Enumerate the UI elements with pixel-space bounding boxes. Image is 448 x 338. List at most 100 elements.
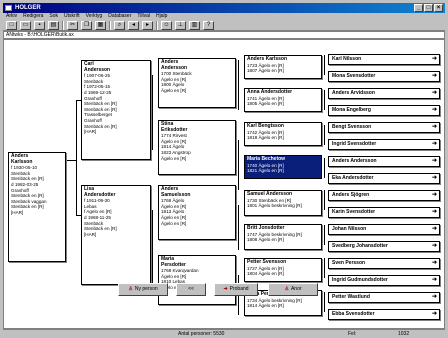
- menu-sok[interactable]: Sok: [49, 13, 58, 20]
- great-grandparent-card[interactable]: Karl Bengtsson 1742 Ägelo en [R] 1818 Äg…: [244, 122, 322, 146]
- document-path: ANtwks - B:\HOLGER\Butik.ax: [3, 31, 445, 39]
- menu-verktyg[interactable]: Verktyg: [86, 13, 103, 20]
- arrow-right-icon[interactable]: ➜: [432, 310, 437, 319]
- connector-line: [238, 140, 239, 190]
- back-icon[interactable]: ◂: [128, 20, 139, 30]
- arrow-right-icon[interactable]: ➜: [432, 276, 437, 285]
- great-grandparent-card-selected[interactable]: Maria Bechetow 1740 Ägelo en [R] 1821 Äg…: [244, 155, 322, 179]
- ancestor-name-item[interactable]: Eka Andersdotter ➜: [328, 173, 440, 184]
- arrow-right-icon[interactable]: ➜: [432, 259, 437, 268]
- person-icon: ♙: [284, 286, 289, 292]
- person-detail: [HAR]: [11, 209, 24, 215]
- maximize-button[interactable]: □: [424, 4, 433, 12]
- arrow-right-icon[interactable]: ➜: [432, 208, 437, 217]
- status-bar: Antal personer: 5530 Fel: 1032: [3, 329, 445, 337]
- ancestors-button[interactable]: ♙ Anor: [268, 283, 318, 296]
- grandparent-card[interactable]: Anders Samuelsson 1768 Ägelo Ägelo en [R…: [158, 185, 236, 240]
- arrow-right-icon[interactable]: ➜: [432, 140, 437, 149]
- find-icon[interactable]: ⌕: [114, 20, 125, 30]
- menu-hjalp[interactable]: Hjalp: [156, 13, 167, 20]
- arrow-right-icon[interactable]: ➜: [432, 174, 437, 183]
- connector-line: [324, 258, 325, 278]
- proband-card[interactable]: Anders Karlsson f 1930-05-10 Stenbäck St…: [8, 152, 66, 262]
- ancestor-name: Anders Arvidsson: [332, 90, 375, 96]
- paste-icon[interactable]: ▦: [95, 20, 106, 30]
- status-count: Antal personer: 5530: [178, 331, 225, 337]
- connector-line: [324, 125, 325, 145]
- open-icon[interactable]: ▭: [20, 20, 31, 30]
- proband-button[interactable]: ➜ Proband: [214, 283, 258, 296]
- arrow-right-icon[interactable]: ➜: [432, 242, 437, 251]
- new-icon[interactable]: □: [6, 20, 17, 30]
- person-name: Carl Andersson: [84, 61, 111, 73]
- arrow-right-icon[interactable]: ➜: [432, 89, 437, 98]
- ancestor-name-item[interactable]: Anders Sjögren ➜: [328, 190, 440, 201]
- button-label: Anor: [290, 286, 302, 292]
- grandparent-card[interactable]: Stina Eriksdotter 1774 Rirvest Ägelo en …: [158, 120, 236, 175]
- arrow-right-icon[interactable]: ➜: [432, 55, 437, 64]
- connector-line: [324, 190, 325, 210]
- great-grandparent-card[interactable]: Samuel Andersson 1730 Stenbäck en [R] 18…: [244, 190, 322, 216]
- help-icon[interactable]: ?: [203, 20, 214, 30]
- ancestor-name: Karin Svensdotter: [332, 209, 376, 215]
- cut-icon[interactable]: ✂: [67, 20, 78, 30]
- connector-line: [324, 55, 325, 75]
- menu-tillval[interactable]: Tillval: [137, 13, 150, 20]
- ancestor-name-item[interactable]: Johan Nilsson ➜: [328, 224, 440, 235]
- new-person-button[interactable]: ♙ Ny person: [118, 283, 168, 296]
- great-grandparent-card[interactable]: Anders Karlsson 1723 Ägelo en [R] 1807 Ä…: [244, 55, 322, 79]
- copy-icon[interactable]: ❐: [81, 20, 92, 30]
- grandparent-card[interactable]: Maria Persdotter 1768 Kvarqvardan Ägelo …: [158, 255, 236, 305]
- tree-icon[interactable]: ⊥: [175, 20, 186, 30]
- arrow-right-icon[interactable]: ➜: [432, 157, 437, 166]
- great-grandparent-card[interactable]: Britt Jonsdotter 1747 Ägelo beskrivning …: [244, 224, 322, 250]
- app-icon: [5, 5, 12, 11]
- minimize-button[interactable]: _: [414, 4, 423, 12]
- chart-icon[interactable]: ▥: [189, 20, 200, 30]
- menu-utskrift[interactable]: Utskrift: [64, 13, 80, 20]
- grandparent-card[interactable]: Anders Andersson 1700 Stenbäck Ägelo en …: [158, 58, 236, 108]
- ancestor-name-item[interactable]: Mona Svensdotter ➜: [328, 71, 440, 82]
- arrow-right-icon[interactable]: ➜: [432, 106, 437, 115]
- arrow-right-icon[interactable]: ➜: [432, 293, 437, 302]
- connector-line: [324, 225, 325, 245]
- navigate-button[interactable]: <<: [176, 283, 206, 296]
- close-button[interactable]: ×: [434, 4, 443, 12]
- ancestor-name-item[interactable]: Anders Arvidsson ➜: [328, 88, 440, 99]
- menu-redigera[interactable]: Redigera: [23, 13, 43, 20]
- ancestor-name-item[interactable]: Bengt Svensson ➜: [328, 122, 440, 133]
- person-name: Anders Karlsson: [11, 153, 33, 165]
- ancestor-name-item[interactable]: Ingrid Gudmundsdotter ➜: [328, 275, 440, 286]
- father-card[interactable]: Carl Andersson f 1907-06-25 Stenbäck f 1…: [81, 60, 151, 160]
- arrow-right-icon[interactable]: ➜: [432, 225, 437, 234]
- menu-databaser[interactable]: Databaser: [108, 13, 131, 20]
- ancestor-name-item[interactable]: Ingrid Svensdotter ➜: [328, 139, 440, 150]
- connector-line: [66, 160, 76, 161]
- mother-card[interactable]: Lisa Andersdotter f 1911-09-30 Lebas f A…: [81, 185, 151, 285]
- connector-line: [238, 205, 239, 250]
- person-icon[interactable]: ☺: [161, 20, 172, 30]
- ancestor-name-item[interactable]: Karl Nilsson ➜: [328, 54, 440, 65]
- ancestor-name: Johan Nilsson: [332, 226, 367, 232]
- ancestor-name: Anders Andersson: [332, 158, 377, 164]
- print-icon[interactable]: ▤: [48, 20, 59, 30]
- ancestor-name-item[interactable]: Ebba Svensdotter ➜: [328, 309, 440, 320]
- menu-arkiv[interactable]: Arkiv: [6, 13, 17, 20]
- great-grandparent-card[interactable]: Anna Andersdotter 1741 Ägelo en [R] 1805…: [244, 88, 322, 112]
- ancestor-name-item[interactable]: Petter Wastlund ➜: [328, 292, 440, 303]
- ancestor-name: Ebba Svensdotter: [332, 311, 375, 317]
- ancestor-name-item[interactable]: Karin Svensdotter ➜: [328, 207, 440, 218]
- arrow-right-icon[interactable]: ➜: [432, 72, 437, 81]
- arrow-right-icon[interactable]: ➜: [432, 123, 437, 132]
- forward-icon[interactable]: ▸: [142, 20, 153, 30]
- arrow-right-icon[interactable]: ➜: [432, 191, 437, 200]
- connector-line: [152, 75, 153, 150]
- save-icon[interactable]: ▪: [34, 20, 45, 30]
- ancestor-name-item[interactable]: Mona Engelberg ➜: [328, 105, 440, 116]
- person-detail: 1808 Ägelo en [R]: [247, 237, 284, 243]
- ancestor-name-item[interactable]: Anders Andersson ➜: [328, 156, 440, 167]
- ancestor-name-item[interactable]: Svedberg Johansdotter ➜: [328, 241, 440, 252]
- ancestor-name-item[interactable]: Sven Persson ➜: [328, 258, 440, 269]
- toolbar: □ ▭ ▪ ▤ ✂ ❐ ▦ ⌕ ◂ ▸ ☺ ⊥ ▥ ?: [3, 20, 445, 31]
- great-grandparent-card[interactable]: Petter Svensson 1727 Ägelo en [R] 1804 Ä…: [244, 258, 322, 282]
